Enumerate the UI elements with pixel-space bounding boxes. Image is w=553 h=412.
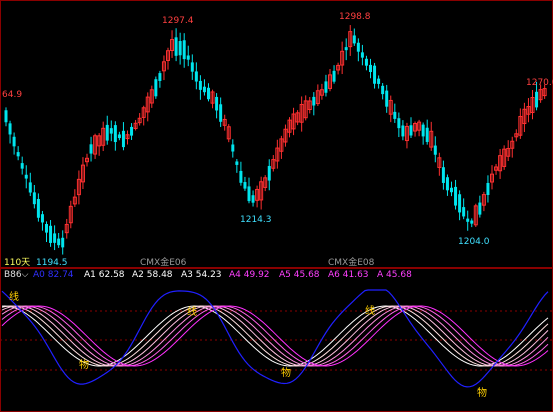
- price-label-high-1: 1297.4: [162, 16, 194, 26]
- chevron-down-icon: ⌵: [21, 270, 29, 280]
- legend-a0: A0 82.74: [33, 270, 74, 280]
- legend-a6: A6 41.63: [328, 270, 369, 280]
- legend-a1: A1 62.58: [84, 270, 125, 280]
- legend-a5: A5 45.68: [279, 270, 320, 280]
- period-label: 110天: [4, 258, 31, 268]
- price-label-left: 64.9: [2, 90, 23, 100]
- price-label-low-3: 1204.0: [458, 237, 490, 247]
- price-label-low-1: 1194.5: [36, 258, 68, 268]
- price-label-high-2: 1298.8: [339, 12, 371, 22]
- contract-label-1: CMX金E06: [140, 258, 187, 268]
- price-panel: [0, 0, 553, 268]
- contract-label-2: CMX金E08: [328, 258, 375, 268]
- indicator-legend: B86⌵ A0 82.74 A1 62.58 A2 58.48 A3 54.23…: [0, 270, 553, 282]
- indicator-selector[interactable]: B86⌵: [4, 270, 28, 281]
- price-label-low-2: 1214.3: [240, 215, 272, 225]
- indicator-name: B86: [4, 270, 22, 280]
- legend-a2: A2 58.48: [132, 270, 173, 280]
- price-label-right: 1270.0: [526, 78, 553, 88]
- indicator-panel: [0, 268, 553, 412]
- legend-a3: A3 54.23: [181, 270, 222, 280]
- legend-a4: A4 49.92: [229, 270, 270, 280]
- legend-a: A 45.68: [377, 270, 412, 280]
